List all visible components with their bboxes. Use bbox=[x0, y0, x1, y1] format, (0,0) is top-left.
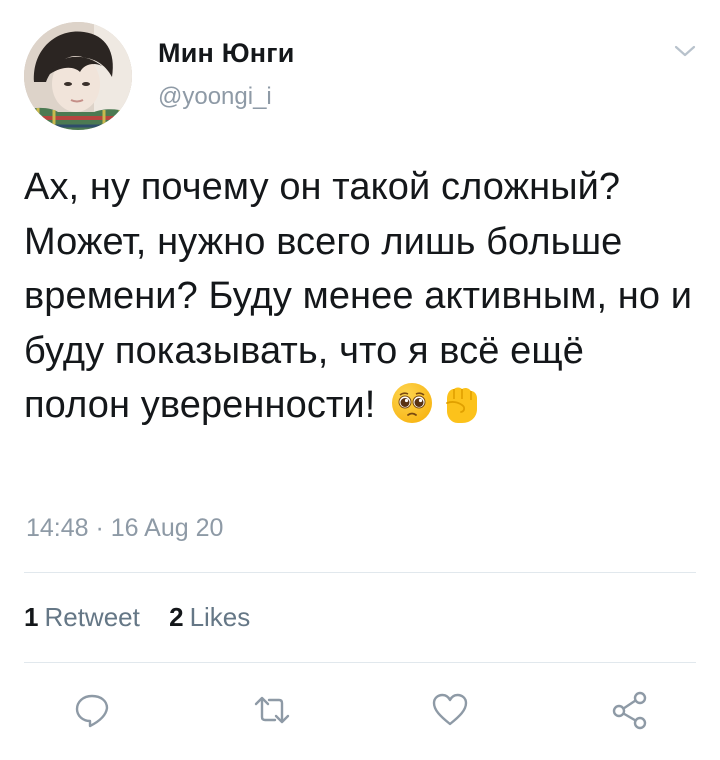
chevron-down-icon[interactable] bbox=[672, 42, 698, 60]
likes-label: Likes bbox=[189, 602, 251, 632]
raised-fist-emoji bbox=[438, 381, 482, 425]
tweet-timestamp[interactable]: 14:48 · 16 Aug 20 bbox=[26, 512, 223, 544]
author-display-name[interactable]: Мин Юнги bbox=[158, 36, 295, 70]
pleading-face-emoji bbox=[390, 381, 434, 425]
tweet: Мин Юнги @yoongi_i Ах, ну почему он тако… bbox=[0, 0, 720, 760]
like-icon[interactable] bbox=[430, 690, 470, 730]
retweets-stat[interactable]: 1 Retweet bbox=[24, 600, 140, 634]
retweets-count: 1 bbox=[24, 602, 39, 632]
share-icon[interactable] bbox=[610, 690, 650, 730]
avatar-image bbox=[24, 22, 132, 130]
likes-count: 2 bbox=[169, 602, 184, 632]
likes-stat[interactable]: 2 Likes bbox=[169, 600, 250, 634]
divider-bottom bbox=[24, 662, 696, 663]
divider-top bbox=[24, 572, 696, 573]
reply-icon[interactable] bbox=[72, 690, 112, 730]
avatar[interactable] bbox=[24, 22, 132, 130]
tweet-text: Ах, ну почему он такой сложный? Может, н… bbox=[24, 160, 694, 433]
retweet-icon[interactable] bbox=[252, 690, 292, 730]
action-bar bbox=[0, 690, 720, 730]
retweets-label: Retweet bbox=[44, 602, 140, 632]
author-handle[interactable]: @yoongi_i bbox=[158, 82, 295, 112]
tweet-stats: 1 Retweet 2 Likes bbox=[24, 600, 272, 634]
tweet-body: Ах, ну почему он такой сложный? Может, н… bbox=[24, 166, 693, 426]
author-block[interactable]: Мин Юнги @yoongi_i bbox=[158, 36, 295, 112]
